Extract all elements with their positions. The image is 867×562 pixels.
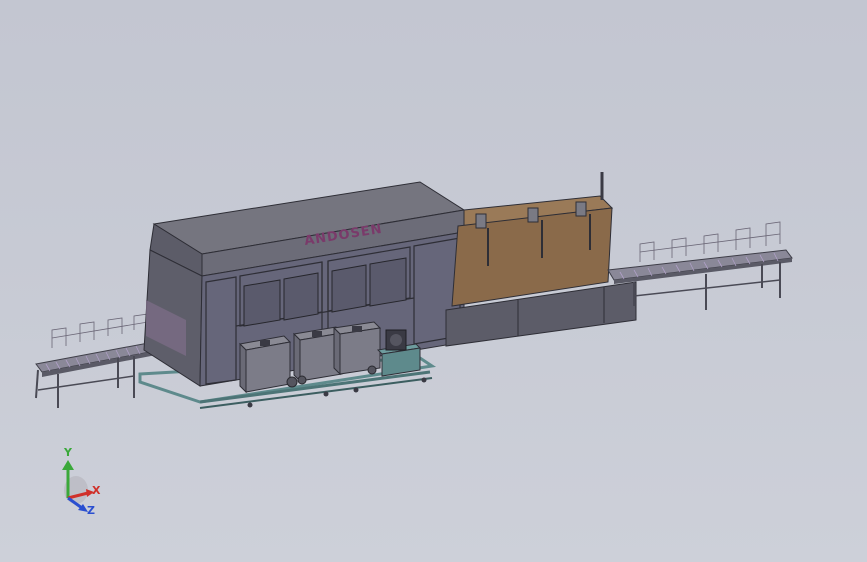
cad-viewport[interactable]: ANDOSEN Y X Z — [0, 0, 867, 562]
assembly-model: ANDOSEN Y X Z — [35, 172, 793, 517]
orientation-triad[interactable]: Y X Z — [62, 446, 101, 517]
y-axis-arrow — [62, 460, 74, 470]
tank-1[interactable] — [238, 335, 292, 394]
x-axis-label: X — [92, 484, 101, 497]
y-axis-label: Y — [63, 446, 73, 459]
z-axis-label: Z — [87, 504, 95, 517]
oven-section[interactable] — [451, 172, 614, 307]
